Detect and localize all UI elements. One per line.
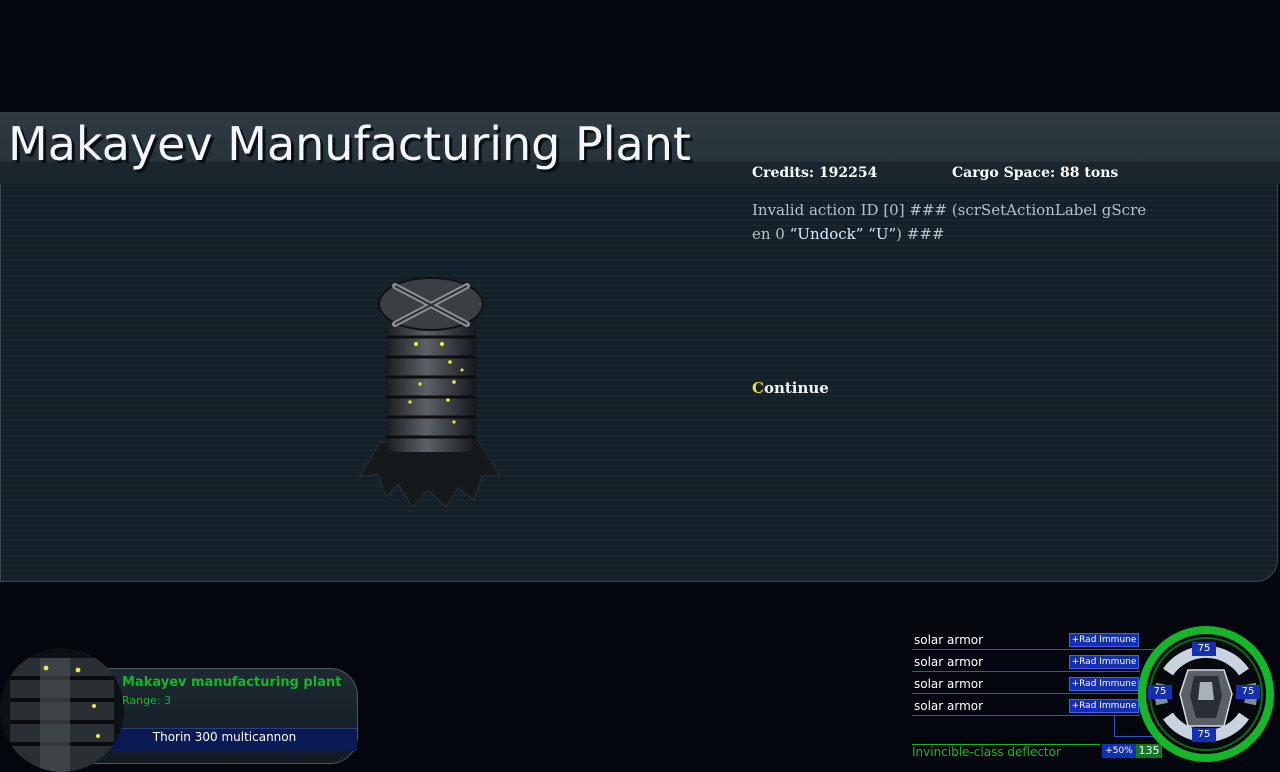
armor-segment-row: solar armor +Rad Immune	[912, 654, 1140, 676]
armor-value-top: 75	[1192, 642, 1216, 656]
station-icon	[359, 277, 501, 508]
target-weapon: Thorin 300 multicannon	[152, 730, 297, 744]
screen-description: Invalid action ID [0] ### (scrSetActionL…	[752, 198, 1147, 250]
shield-row: Invincible-class deflector +50% 135	[912, 744, 1164, 762]
armor-segment-row: solar armor +Rad Immune	[912, 676, 1140, 698]
armor-segment-row: solar armor +Rad Immune	[912, 698, 1140, 720]
continue-hotkey: C	[752, 379, 764, 397]
target-range: Range: 3	[122, 694, 172, 707]
player-ship-icon	[1179, 669, 1233, 727]
credits-readout: Credits: 192254	[752, 163, 877, 183]
cargo-label: Cargo Space:	[952, 165, 1056, 181]
armor-segment-name: solar armor	[914, 699, 984, 713]
continue-button[interactable]: Continue	[752, 377, 829, 399]
armor-value-left: 75	[1148, 685, 1172, 699]
armor-segment-row: solar armor +Rad Immune	[912, 632, 1140, 654]
target-display: Makayev manufacturing plant Range: 3 Tho…	[0, 646, 362, 772]
target-name: Makayev manufacturing plant	[122, 675, 342, 690]
description-highlight: “Undock” “U”	[789, 225, 897, 243]
shield-mod-badge: +50%	[1102, 744, 1136, 758]
credits-value: 192254	[818, 165, 878, 181]
armor-value-bottom: 75	[1192, 728, 1216, 742]
armor-value-right: 75	[1236, 685, 1260, 699]
page-title: Makayev Manufacturing Plant	[8, 117, 691, 171]
description-tail: ) ###	[896, 225, 945, 243]
target-portrait	[0, 648, 124, 772]
armor-mod-badge: +Rad Immune	[1069, 655, 1139, 669]
continue-label: ontinue	[763, 379, 829, 397]
shield-name: Invincible-class deflector	[912, 745, 1061, 759]
cargo-value: 88 tons	[1060, 165, 1119, 181]
credits-label: Credits:	[752, 165, 815, 181]
armor-mod-badge: +Rad Immune	[1069, 677, 1139, 691]
cargo-readout: Cargo Space: 88 tons	[952, 163, 1118, 183]
armor-mod-badge: +Rad Immune	[1069, 699, 1139, 713]
armor-segment-name: solar armor	[914, 633, 984, 647]
armor-segment-name: solar armor	[914, 655, 984, 669]
armor-segment-name: solar armor	[914, 677, 984, 691]
target-station-icon	[0, 648, 124, 772]
armor-mod-badge: +Rad Immune	[1069, 633, 1139, 647]
